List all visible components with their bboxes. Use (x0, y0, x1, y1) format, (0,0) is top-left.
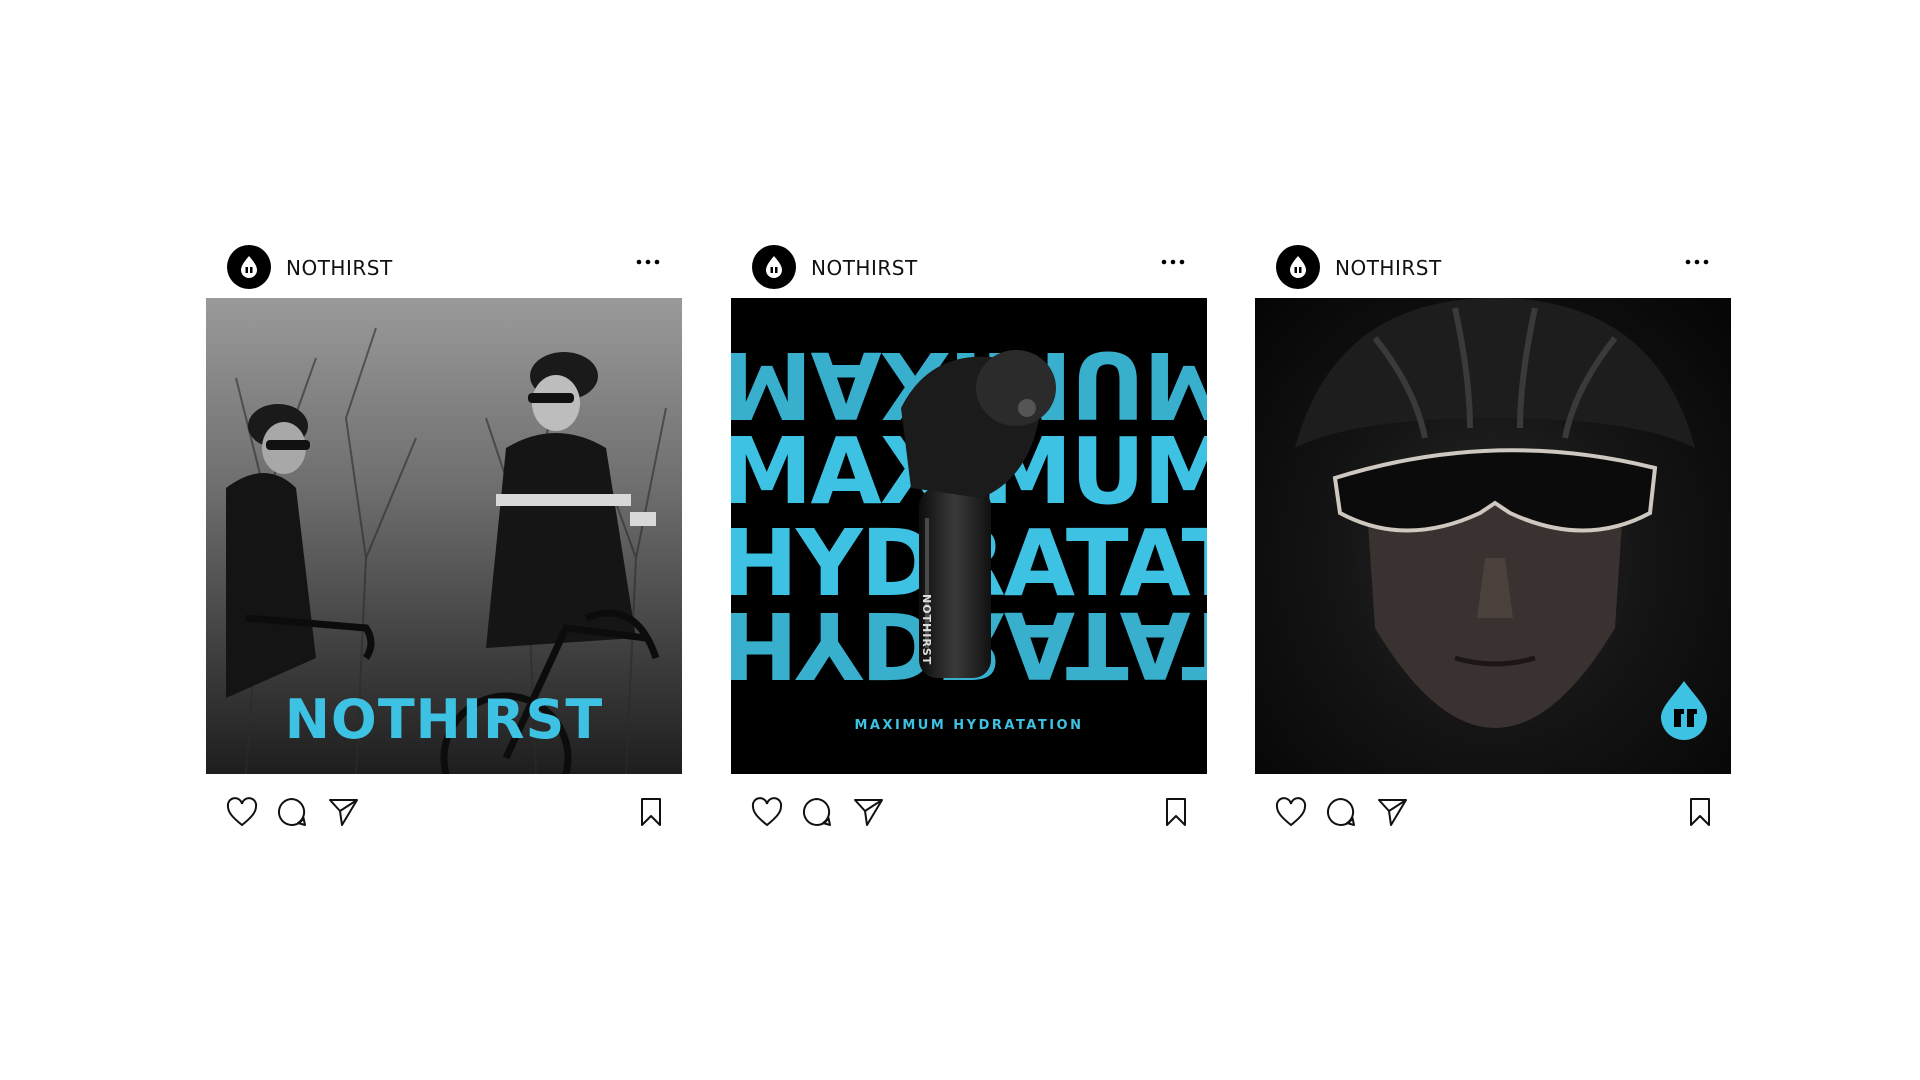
heart-icon[interactable] (749, 794, 785, 830)
more-options-icon[interactable] (1679, 250, 1715, 274)
bottle-cap-product (901, 350, 1056, 678)
post-image[interactable]: MAXIMUM MAXIMUM HYDRATATION HYDRATATION … (731, 298, 1207, 774)
comment-icon[interactable] (274, 794, 310, 830)
drop-logo-icon (766, 256, 782, 278)
share-icon[interactable] (325, 794, 361, 830)
post-1: NOTHIRST NOTHIRST (206, 236, 682, 854)
post-actions (206, 774, 682, 854)
brand-overlay-title: NOTHIRST (284, 688, 604, 751)
comment-icon[interactable] (1323, 794, 1359, 830)
post-actions (1255, 774, 1731, 854)
drop-logo-icon (1290, 256, 1306, 278)
avatar[interactable] (227, 245, 271, 289)
bookmark-icon[interactable] (1682, 794, 1718, 830)
username[interactable]: NOTHIRST (811, 256, 918, 280)
post-3: NOTHIRST (1255, 236, 1731, 854)
post-header: NOTHIRST (1255, 236, 1731, 298)
post-image[interactable] (1255, 298, 1731, 774)
post-header: NOTHIRST (206, 236, 682, 298)
drop-logo-icon (241, 256, 257, 278)
post-caption: MAXIMUM HYDRATATION (854, 718, 1084, 733)
product-label: NOTHIRST (920, 594, 933, 666)
heart-icon[interactable] (224, 794, 260, 830)
comment-icon[interactable] (799, 794, 835, 830)
share-icon[interactable] (850, 794, 886, 830)
drop-logo-icon (1657, 679, 1711, 746)
bookmark-icon[interactable] (633, 794, 669, 830)
post-header: NOTHIRST (731, 236, 1207, 298)
more-options-icon[interactable] (1155, 250, 1191, 274)
bookmark-icon[interactable] (1158, 794, 1194, 830)
username[interactable]: NOTHIRST (1335, 256, 1442, 280)
avatar[interactable] (1276, 245, 1320, 289)
post-2: NOTHIRST MAXIMUM MAXIMUM HYDRATATION HYD… (731, 236, 1207, 854)
post-image[interactable]: NOTHIRST (206, 298, 682, 774)
avatar[interactable] (752, 245, 796, 289)
share-icon[interactable] (1374, 794, 1410, 830)
heart-icon[interactable] (1273, 794, 1309, 830)
post-actions (731, 774, 1207, 854)
instagram-feed-mockup: NOTHIRST NOTHIRST NOTHIRST NOTHIRST MAXI… (0, 0, 1920, 1080)
username[interactable]: NOTHIRST (286, 256, 393, 280)
more-options-icon[interactable] (630, 250, 666, 274)
